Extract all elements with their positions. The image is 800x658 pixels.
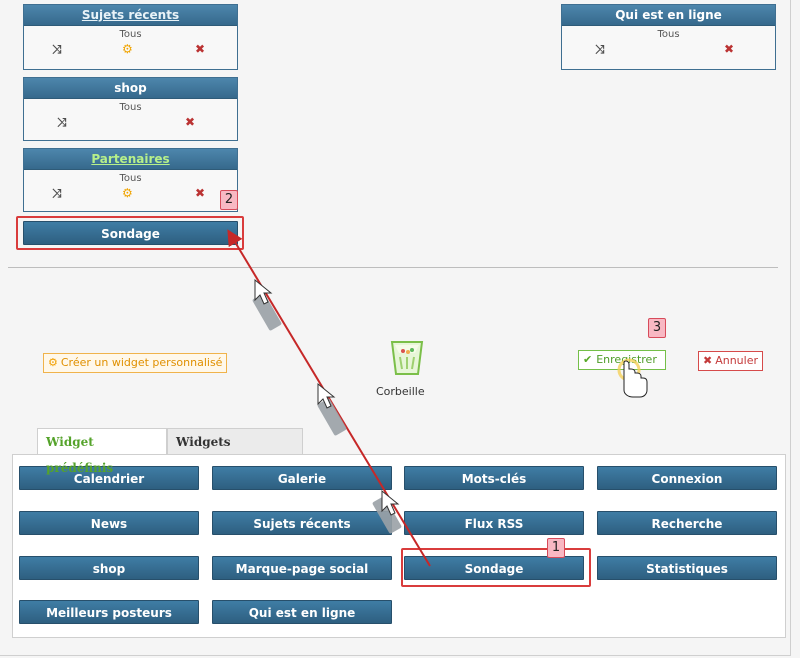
widget-button-news[interactable]: News	[19, 511, 199, 535]
check-icon: ✔	[583, 353, 593, 366]
placed-widget-title: Qui est en ligne	[562, 5, 775, 26]
widget-button-mots-cles[interactable]: Mots-clés	[404, 466, 584, 490]
widget-button-recherche[interactable]: Recherche	[597, 511, 777, 535]
widget-actions: ⤨ ⚙ ✖	[24, 184, 237, 202]
delete-icon[interactable]: ✖	[195, 42, 205, 56]
widget-button-flux-rss[interactable]: Flux RSS	[404, 511, 584, 535]
widget-button-shop[interactable]: shop	[19, 556, 199, 580]
cancel-icon: ✖	[703, 354, 713, 367]
widget-button-statistiques[interactable]: Statistiques	[597, 556, 777, 580]
save-label: Enregistrer	[596, 353, 657, 366]
widget-actions: ⤨ ✖	[24, 113, 237, 131]
widget-button-galerie[interactable]: Galerie	[212, 466, 392, 490]
delete-icon[interactable]: ✖	[185, 115, 195, 129]
move-icon[interactable]: ⤨	[52, 42, 62, 57]
trash-label: Corbeille	[376, 385, 425, 398]
placed-widget-partenaires: Partenaires Tous ⤨ ⚙ ✖	[23, 148, 238, 212]
move-icon[interactable]: ⤨	[57, 115, 67, 130]
create-custom-widget-label: Créer un widget personnalisé	[60, 356, 223, 369]
step-callout-3: 3	[648, 318, 666, 338]
step-callout-2: 2	[220, 190, 238, 210]
widget-button-connexion[interactable]: Connexion	[597, 466, 777, 490]
visibility-label: Tous	[657, 29, 680, 40]
settings-icon: ⚙	[48, 356, 58, 369]
delete-icon[interactable]: ✖	[724, 42, 734, 56]
save-button[interactable]: ✔ Enregistrer	[578, 350, 666, 370]
placed-widget-sujets-recents: Sujets récents Tous ⤨ ⚙ ✖	[23, 4, 238, 70]
placed-widget-title-link[interactable]: Partenaires	[24, 149, 237, 170]
visibility-label: Tous	[119, 29, 142, 40]
step-callout-1: 1	[547, 538, 565, 558]
widget-button-qui-est-en-ligne[interactable]: Qui est en ligne	[212, 600, 392, 624]
widget-actions: ⤨ ⚙ ✖	[24, 40, 237, 58]
create-custom-widget-link[interactable]: ⚙ Créer un widget personnalisé	[43, 353, 228, 373]
move-icon[interactable]: ⤨	[52, 186, 62, 201]
cancel-label: Annuler	[715, 354, 759, 367]
visibility-label: Tous	[119, 173, 142, 184]
trash-icon	[390, 341, 424, 375]
settings-icon[interactable]: ⚙	[122, 186, 133, 200]
widget-button-marque-page-social[interactable]: Marque-page social	[212, 556, 392, 580]
visibility-label: Tous	[119, 102, 142, 113]
settings-icon[interactable]: ⚙	[122, 42, 133, 56]
widget-actions: ⤨ ✖	[562, 40, 775, 58]
tab-widget-predefinis[interactable]: Widget prédéfinis	[37, 428, 167, 475]
delete-icon[interactable]: ✖	[195, 186, 205, 200]
placed-widget-title: shop	[24, 78, 237, 99]
section-divider	[8, 267, 778, 268]
cancel-button[interactable]: ✖ Annuler	[698, 351, 764, 371]
placed-widget-qui-est-en-ligne: Qui est en ligne Tous ⤨ ✖	[561, 4, 776, 70]
tab-widgets-personnels[interactable]: Widgets personnels	[167, 428, 303, 475]
widget-button-sujets-recents[interactable]: Sujets récents	[212, 511, 392, 535]
move-icon[interactable]: ⤨	[595, 42, 605, 57]
trash-bin[interactable]	[385, 335, 429, 380]
placed-widget-shop: shop Tous ⤨ ✖	[23, 77, 238, 141]
widget-button-meilleurs-posteurs[interactable]: Meilleurs posteurs	[19, 600, 199, 624]
highlight-box-step-2	[16, 216, 244, 250]
placed-widget-title-link[interactable]: Sujets récents	[24, 5, 237, 26]
